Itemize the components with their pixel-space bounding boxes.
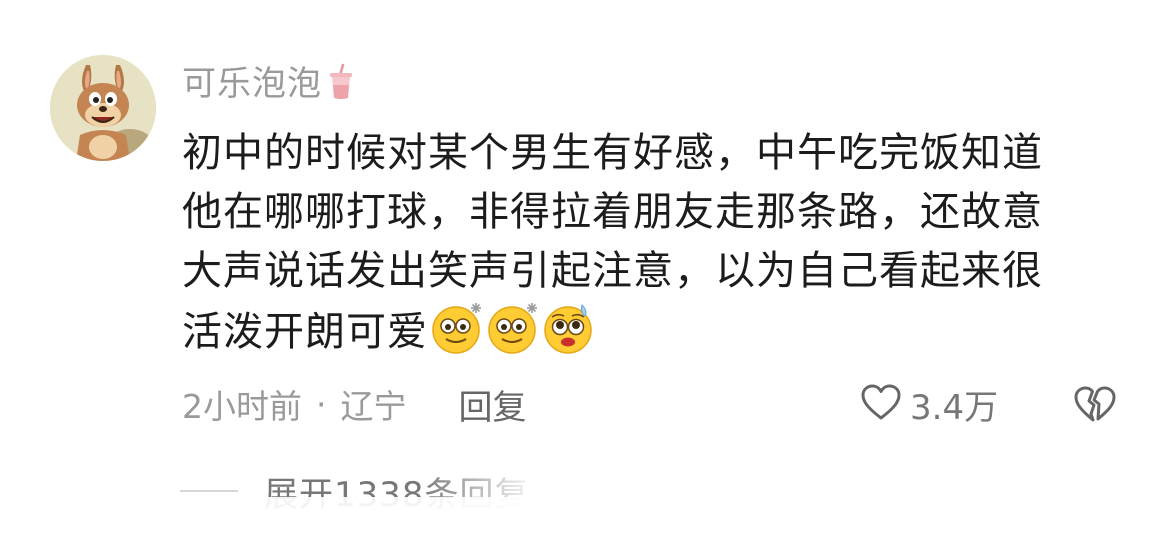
comment-text-line: 大声说话发出笑声引起注意，以为自己看起来很: [182, 248, 1043, 294]
comment-meta: 2小时前 · 辽宁 回复: [182, 380, 527, 429]
milk-tea-cup-icon: [328, 63, 354, 105]
username[interactable]: 可乐泡泡: [182, 62, 322, 106]
like-count: 3.4万: [910, 387, 999, 428]
jerry-mouse-avatar-icon: [50, 55, 156, 161]
dizzy-face-emoji-icon: [486, 301, 540, 355]
dislike-button[interactable]: [1073, 384, 1117, 428]
username-row: 可乐泡泡: [182, 62, 354, 106]
avatar[interactable]: [50, 55, 156, 161]
heart-outline-icon: [860, 383, 902, 425]
expand-replies-label: 展开1338条回复: [264, 474, 530, 515]
dizzy-face-emoji-icon: [430, 301, 484, 355]
expand-divider: [180, 490, 238, 492]
reply-button[interactable]: 回复: [459, 380, 527, 429]
comment-text-line: 活泼开朗可爱: [182, 309, 428, 355]
meta-separator: ·: [316, 384, 327, 424]
expand-replies-button[interactable]: 展开1338条回复: [180, 466, 530, 516]
time-ago: 2小时前: [182, 387, 302, 426]
comment-text-last-line: 活泼开朗可爱: [182, 301, 1147, 362]
comment-text-line: 初中的时候对某个男生有好感，中午吃完饭知道: [182, 130, 1043, 176]
like-button[interactable]: 3.4万: [860, 382, 999, 428]
location: 辽宁: [340, 387, 407, 426]
comment-text-line: 他在哪哪打球，非得拉着朋友走那条路，还故意: [182, 189, 1043, 235]
broken-heart-icon: [1073, 386, 1117, 428]
comment-text: 初中的时候对某个男生有好感，中午吃完饭知道 他在哪哪打球，非得拉着朋友走那条路，…: [182, 124, 1147, 362]
comment-item: 可乐泡泡 初中的时候对某个男生有好感，中午吃完饭知道 他在哪哪打球，非得拉着朋友…: [0, 0, 1176, 554]
pleading-face-emoji-icon: [542, 301, 596, 355]
